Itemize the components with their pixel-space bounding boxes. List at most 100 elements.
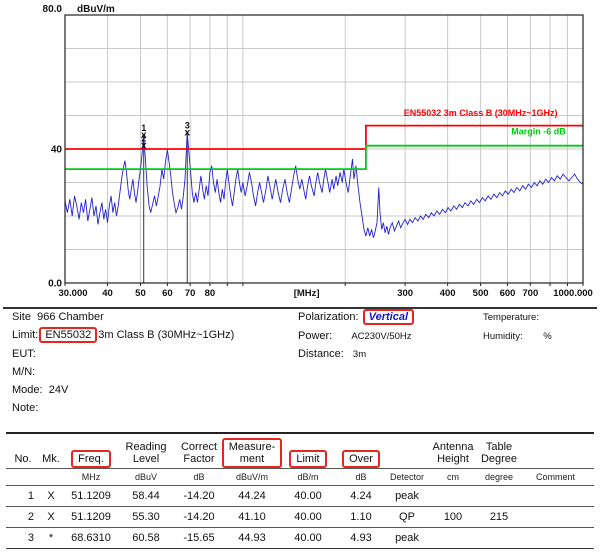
distance-value: 3m [353,349,366,360]
header-text-no: No. [14,453,31,465]
limit-line-info: Limit: EN55032 3m Class B (30MHz~1GHz) [12,329,234,341]
x-tick-label: 40 [102,288,113,299]
emc-test-report-page: { "chart_data": { "type": "line", "title… [0,0,600,555]
limit-detail-value: 3m Class B (30MHz~1GHz) [98,329,234,341]
cell-freq: 51.1209 [62,511,120,523]
column-unit-detector: Detector [384,472,430,482]
x-tick-label: 700 [522,288,538,299]
column-unit-reading_level: dBuV [120,472,172,482]
x-tick-label: [MHz] [294,288,320,299]
cell-mk: X [40,511,62,523]
header-text-reading_level: Reading Level [126,441,167,465]
power-label: Power: [298,330,332,342]
header-text-antenna_height: Antenna Height [433,441,474,465]
header-highlight-limit: Limit [289,450,326,468]
header-highlight-freq: Freq. [71,450,111,468]
polarization-label: Polarization: [298,311,359,323]
column-unit-table_degree: degree [476,472,522,482]
column-unit-over: dB [338,472,384,482]
eut-line: EUT: [12,348,36,360]
polarization-highlight: Vertical [363,309,414,325]
header-text-mk: Mk. [42,453,60,465]
table-header-row: No. Mk. Freq. Reading Level Correct Factor Me… [6,432,594,469]
x-tick-label: 400 [440,288,456,299]
cell-over: 4.93 [338,532,384,544]
note-label: Note: [12,402,38,414]
header-highlight-over: Over [342,450,380,468]
measurement-row-2: 2X51.120955.30-14.2041.1040.001.10QP1002… [6,507,594,528]
cell-correct_factor: -14.20 [172,490,226,502]
table-units-row: MHzdBuVdBdBuV/mdB/mdBDetectorcmdegreeCom… [6,469,594,486]
distance-label: Distance: [298,348,344,360]
column-unit-freq: MHz [62,472,120,482]
mode-label: Mode: [12,384,43,396]
cell-limit: 40.00 [278,490,338,502]
mode-line: Mode: 24V [12,384,68,396]
cell-freq: 68.6310 [62,532,120,544]
x-tick-label: 1000.000 [553,288,593,299]
cell-no: 3 [6,532,40,544]
column-unit-antenna_height: cm [430,472,476,482]
column-header-limit: Limit [278,453,338,468]
temperature-label: Temperature: [483,312,539,323]
measurement-row-3: 3*68.631060.58-15.6544.9340.004.93peak [6,528,594,549]
cell-measurement: 44.24 [226,490,278,502]
column-header-over: Over [338,453,384,468]
column-header-table_degree: Table Degree [476,441,522,468]
measurement-row-1: 1X51.120958.44-14.2044.2440.004.24peak [6,486,594,507]
column-header-mk: Mk. [40,453,62,468]
site-line: Site 966 Chamber [12,311,104,323]
header-highlight-measurement: Measure- ment [222,438,282,468]
header-text-table_degree: Table Degree [481,441,517,465]
limit-standard-highlight: EN55032 [39,327,97,343]
cell-mk: X [40,490,62,502]
cell-over: 4.24 [338,490,384,502]
cell-limit: 40.00 [278,532,338,544]
cell-detector: peak [384,532,430,544]
mn-line: M/N: [12,366,35,378]
marker-number: 1 [141,123,146,133]
x-tick-label: 60 [162,288,173,299]
cell-no: 2 [6,511,40,523]
column-header-antenna_height: Antenna Height [430,441,476,468]
mode-value: 24V [49,384,69,396]
humidity-unit: % [543,331,551,342]
cell-over: 1.10 [338,511,384,523]
column-header-measurement: Measure- ment [226,441,278,468]
measurement-table: No. Mk. Freq. Reading Level Correct Factor Me… [6,432,594,549]
humidity-line: Humidity: % [483,331,552,342]
cell-mk: * [40,532,62,544]
y-tick-label: 0.0 [48,279,62,290]
cell-correct_factor: -15.65 [172,532,226,544]
column-unit-measurement: dBuV/m [226,472,278,482]
x-tick-label: 500 [473,288,489,299]
cell-measurement: 41.10 [226,511,278,523]
column-header-correct_factor: Correct Factor [172,441,226,468]
cell-reading_level: 55.30 [120,511,172,523]
section-divider [3,307,597,309]
x-tick-label: 300 [397,288,413,299]
cell-table_degree: 215 [476,511,522,523]
x-tick-label: 600 [500,288,516,299]
column-header-no: No. [6,453,40,468]
power-line: Power: AC230V/50Hz [298,330,412,342]
column-header-reading_level: Reading Level [120,441,172,468]
limit-line-label: EN55032 3m Class B (30MHz~1GHz) [404,108,558,118]
eut-label: EUT: [12,348,36,360]
header-text-correct_factor: Correct Factor [181,441,217,465]
column-header-detector [384,465,430,468]
cell-detector: peak [384,490,430,502]
column-unit-limit: dB/m [278,472,338,482]
y-axis-unit-label: dBuV/m [77,4,115,15]
note-line: Note: [12,402,38,414]
column-unit-correct_factor: dB [172,472,226,482]
x-tick-label: 50 [135,288,146,299]
limit-label: Limit: [12,329,38,341]
marker-number: 2 [141,133,146,143]
cell-measurement: 44.93 [226,532,278,544]
cell-reading_level: 60.58 [120,532,172,544]
cell-detector: QP [384,511,430,523]
humidity-label: Humidity: [483,331,523,342]
margin-line-label: Margin -6 dB [511,127,566,137]
column-unit-comment: Comment [522,472,594,482]
